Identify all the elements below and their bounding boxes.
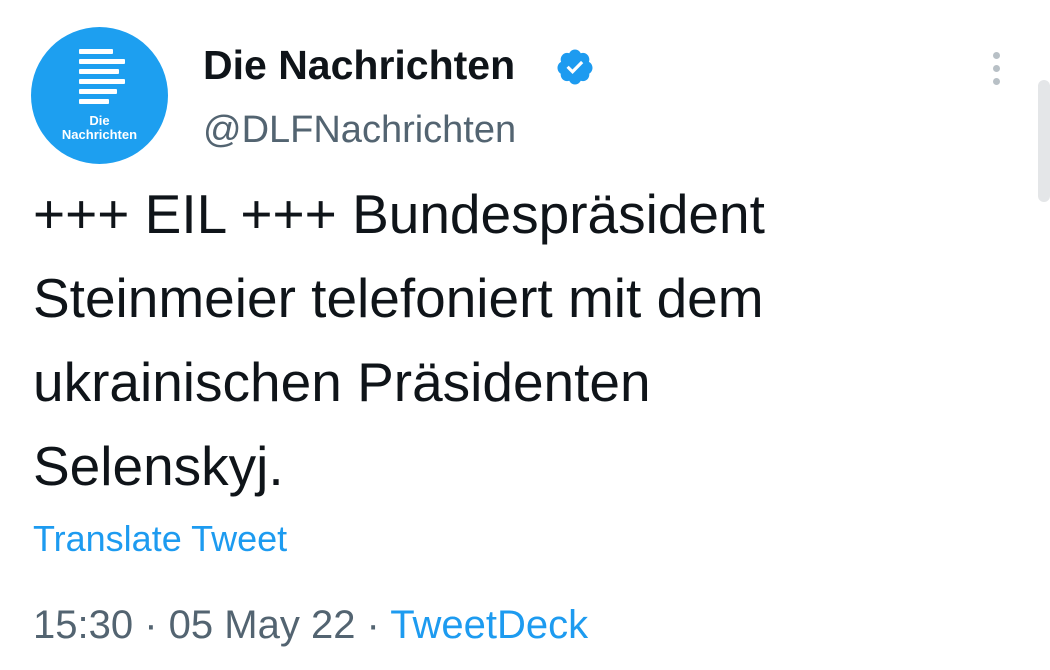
tweet-text-line: +++ EIL +++ Bundespräsident <box>33 183 765 245</box>
tweet-source-link[interactable]: TweetDeck <box>390 603 588 647</box>
display-name[interactable]: Die Nachrichten <box>203 40 515 90</box>
tweet-text-line: Steinmeier telefoniert mit dem <box>33 267 764 329</box>
tweet-text: +++ EIL +++ Bundespräsident Steinmeier t… <box>33 172 993 508</box>
logo-lines-icon <box>79 49 125 119</box>
tweet-time[interactable]: 15:30 <box>33 603 133 647</box>
translate-tweet-link[interactable]: Translate Tweet <box>33 516 287 562</box>
tweet-date[interactable]: 05 May 22 <box>169 603 356 647</box>
avatar-label-line2: Nachrichten <box>61 127 138 142</box>
tweet-text-line: ukrainischen Präsidenten <box>33 351 651 413</box>
tweet-text-line: Selenskyj. <box>33 435 284 497</box>
more-options-icon[interactable] <box>985 48 1009 88</box>
tweet-card: Die Nachrichten Die Nachrichten @DLFNach… <box>0 0 1050 670</box>
user-handle[interactable]: @DLFNachrichten <box>203 106 516 154</box>
scrollbar[interactable] <box>1038 80 1050 202</box>
verified-badge-icon <box>557 49 593 85</box>
avatar-label-line1: Die <box>89 113 110 128</box>
avatar[interactable]: Die Nachrichten <box>31 27 168 164</box>
meta-separator: · <box>355 603 391 647</box>
meta-separator: · <box>133 603 169 647</box>
tweet-metadata: 15:30 · 05 May 22 · TweetDeck <box>33 600 588 650</box>
